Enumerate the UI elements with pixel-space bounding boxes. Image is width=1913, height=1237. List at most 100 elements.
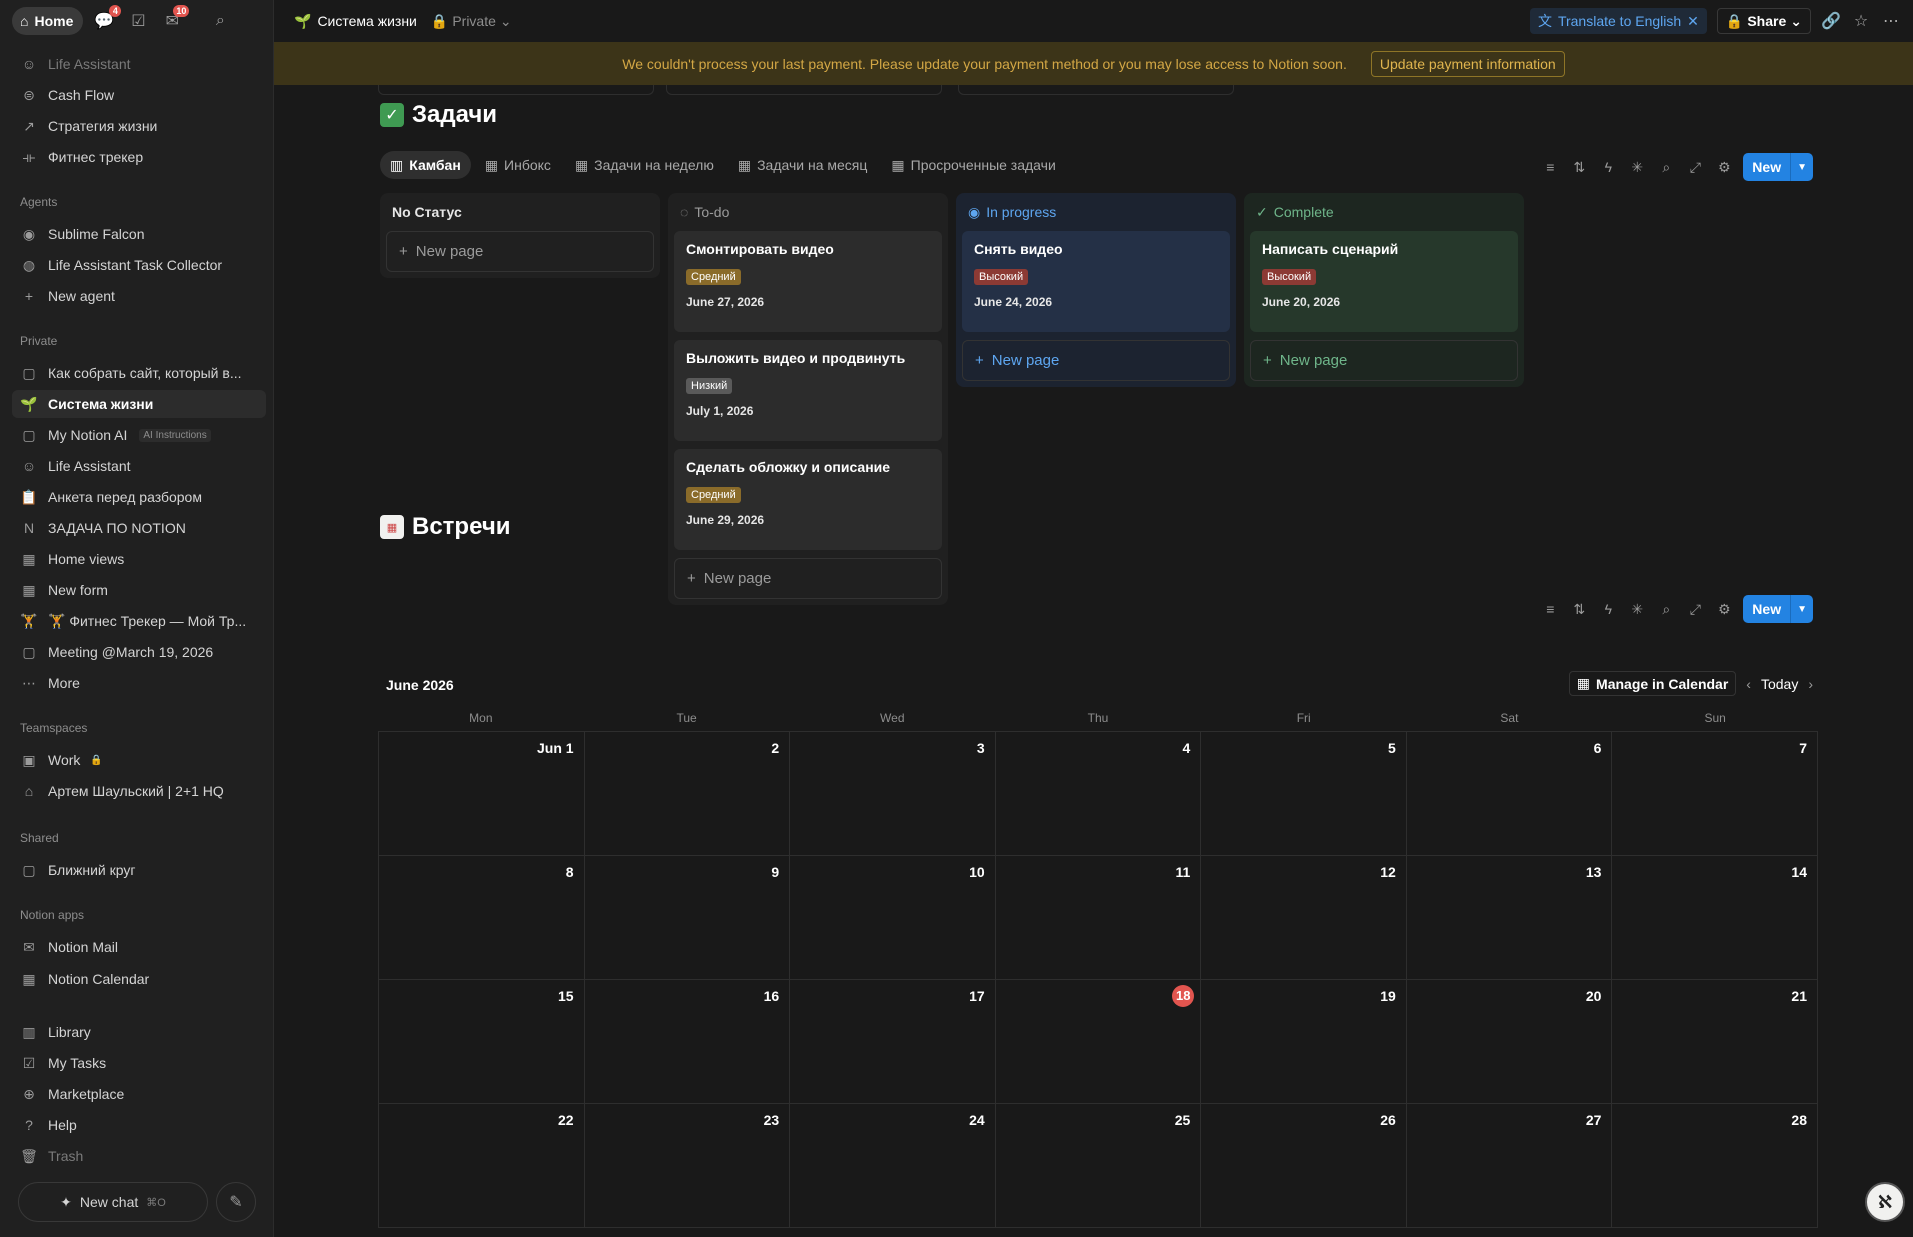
- calendar-day[interactable]: 9: [584, 856, 791, 980]
- calendar-day[interactable]: 17: [790, 980, 996, 1104]
- task-card[interactable]: Написать сценарий Высокий June 20, 2026: [1250, 231, 1518, 332]
- share-button[interactable]: 🔒 Share ⌄: [1716, 8, 1811, 34]
- calendar-day[interactable]: 26: [1201, 1104, 1407, 1228]
- calendar-day[interactable]: 13: [1406, 856, 1613, 980]
- calendar-day[interactable]: 5: [1201, 732, 1407, 856]
- calendar-day[interactable]: 25: [995, 1104, 1202, 1228]
- calendar-day[interactable]: 18: [995, 980, 1202, 1104]
- new-meeting-button[interactable]: New ▼: [1743, 595, 1813, 623]
- new-page-button[interactable]: + New page: [674, 558, 942, 599]
- manage-in-calendar-button[interactable]: ▦ Manage in Calendar: [1568, 671, 1737, 696]
- calendar-day[interactable]: 10: [790, 856, 996, 980]
- filter-icon[interactable]: ≡: [1540, 157, 1560, 177]
- new-page-button[interactable]: + New page: [1250, 340, 1518, 381]
- tasks-icon[interactable]: ☑: [125, 8, 151, 34]
- sidebar-item[interactable]: N ЗАДАЧА ПО NOTION: [12, 514, 266, 542]
- search-icon[interactable]: ⌕: [1656, 157, 1676, 177]
- settings-icon[interactable]: ⚙: [1714, 599, 1734, 619]
- search-icon[interactable]: ⌕: [207, 8, 233, 34]
- inbox-icon[interactable]: ✉ 10: [159, 5, 190, 34]
- task-card[interactable]: Сделать обложку и описание Средний June 29…: [674, 449, 942, 550]
- sidebar-item[interactable]: ◍ Life Assistant Task Collector: [12, 251, 266, 279]
- new-task-button[interactable]: New ▼: [1743, 153, 1813, 181]
- sort-icon[interactable]: ⇅: [1569, 599, 1589, 619]
- sidebar-item[interactable]: ◉ Sublime Falcon: [12, 220, 266, 248]
- calendar-day[interactable]: 4: [995, 732, 1202, 856]
- expand-icon[interactable]: ⤢: [1685, 157, 1705, 177]
- calendar-day[interactable]: 23: [584, 1104, 791, 1228]
- chat-icon[interactable]: 💬 4: [91, 5, 122, 34]
- automation-icon[interactable]: ϟ: [1598, 599, 1618, 619]
- chevron-right-icon[interactable]: ›: [1808, 676, 1813, 692]
- sidebar-item[interactable]: ▢ My Notion AI AI Instructions: [12, 421, 266, 449]
- home-button[interactable]: ⌂ Home: [12, 7, 84, 35]
- sidebar-item[interactable]: 📋 Анкета перед разбором: [12, 483, 266, 511]
- calendar-day[interactable]: 8: [379, 856, 585, 980]
- settings-icon[interactable]: ⚙: [1714, 157, 1734, 177]
- sidebar-item[interactable]: ✉ Notion Mail: [12, 933, 266, 961]
- calendar-day[interactable]: 22: [379, 1104, 585, 1228]
- calendar-day[interactable]: 15: [379, 980, 585, 1104]
- calendar-day[interactable]: 6: [1406, 732, 1613, 856]
- sidebar-item[interactable]: ⟛ Фитнес трекер: [12, 143, 266, 171]
- sidebar-item[interactable]: ▢ Ближний круг: [12, 856, 266, 884]
- calendar-day[interactable]: 12: [1201, 856, 1407, 980]
- chevron-down-icon[interactable]: ▼: [1791, 604, 1813, 615]
- sidebar-item[interactable]: ☺ Life Assistant: [12, 452, 266, 480]
- expand-icon[interactable]: ⤢: [1685, 599, 1705, 619]
- notion-ai-icon[interactable]: ℵ: [1865, 1182, 1905, 1222]
- breadcrumb[interactable]: 🌱 Система жизни: [294, 13, 417, 30]
- tab-view[interactable]: ▦ Инбокс: [475, 151, 561, 179]
- new-page-button[interactable]: + New page: [962, 340, 1230, 381]
- star-icon[interactable]: ☆: [1851, 11, 1871, 31]
- privacy-dropdown[interactable]: 🔒 Private ⌄: [431, 13, 512, 30]
- sidebar-item[interactable]: ▢ Meeting @March 19, 2026: [12, 638, 266, 666]
- calendar-day[interactable]: Jun 1: [379, 732, 585, 856]
- sidebar-item[interactable]: 🌱 Система жизни: [12, 390, 266, 418]
- calendar-day[interactable]: 14: [1612, 856, 1818, 980]
- sidebar-item[interactable]: + New agent: [12, 282, 266, 310]
- sidebar-item[interactable]: 🗑 Trash: [12, 1142, 266, 1170]
- today-button[interactable]: Today: [1761, 676, 1798, 692]
- sidebar-item[interactable]: ⋯ More: [12, 669, 266, 697]
- sparkle-icon[interactable]: ✳: [1627, 157, 1647, 177]
- sidebar-item[interactable]: ⊕ Marketplace: [12, 1080, 266, 1108]
- translate-button[interactable]: 文 Translate to English ✕: [1529, 8, 1707, 34]
- sidebar-item[interactable]: 🏋 🏋️ Фитнес Трекер — Мой Тр...: [12, 607, 266, 635]
- chevron-left-icon[interactable]: ‹: [1746, 676, 1751, 692]
- tab-view[interactable]: ▦ Задачи на месяц: [728, 151, 878, 179]
- automation-icon[interactable]: ϟ: [1598, 157, 1618, 177]
- sidebar-item[interactable]: ⊜ Cash Flow: [12, 81, 266, 109]
- calendar-day[interactable]: 3: [790, 732, 996, 856]
- sidebar-item[interactable]: ? Help: [12, 1111, 266, 1139]
- sidebar-item[interactable]: ▦ Home views: [12, 545, 266, 573]
- calendar-day[interactable]: 11: [995, 856, 1202, 980]
- sidebar-item[interactable]: ▦ New form: [12, 576, 266, 604]
- more-icon[interactable]: ⋯: [1881, 11, 1901, 31]
- close-icon[interactable]: ✕: [1687, 13, 1699, 30]
- calendar-day[interactable]: 7: [1612, 732, 1818, 856]
- chevron-down-icon[interactable]: ▼: [1791, 162, 1813, 173]
- filter-icon[interactable]: ≡: [1540, 599, 1560, 619]
- task-card[interactable]: Смонтировать видео Средний June 27, 2026: [674, 231, 942, 332]
- search-icon[interactable]: ⌕: [1656, 599, 1676, 619]
- sidebar-item[interactable]: ▦ Notion Calendar: [12, 965, 266, 993]
- sidebar-item[interactable]: ▣ Work 🔒: [12, 746, 266, 774]
- sort-icon[interactable]: ⇅: [1569, 157, 1589, 177]
- tab-view[interactable]: ▦ Задачи на неделю: [565, 151, 724, 179]
- calendar-day[interactable]: 24: [790, 1104, 996, 1228]
- sidebar-item[interactable]: ☺ Life Assistant: [12, 50, 266, 78]
- tab-view[interactable]: ▥ Камбан: [380, 151, 471, 179]
- calendar-day[interactable]: 21: [1612, 980, 1818, 1104]
- sparkle-icon[interactable]: ✳: [1627, 599, 1647, 619]
- sidebar-item[interactable]: ⌂ Артем Шаульский | 2+1 HQ: [12, 777, 266, 805]
- new-page-button[interactable]: + New page: [386, 231, 654, 272]
- new-chat-button[interactable]: ✦ New chat ⌘O: [18, 1182, 208, 1222]
- sidebar-item[interactable]: ☑ My Tasks: [12, 1049, 266, 1077]
- task-card[interactable]: Выложить видео и продвинуть Низкий July 1,…: [674, 340, 942, 441]
- calendar-day[interactable]: 28: [1612, 1104, 1818, 1228]
- calendar-day[interactable]: 2: [584, 732, 791, 856]
- task-card[interactable]: Снять видео Высокий June 24, 2026: [962, 231, 1230, 332]
- calendar-day[interactable]: 19: [1201, 980, 1407, 1104]
- sidebar-item[interactable]: ▥ Library: [12, 1018, 266, 1046]
